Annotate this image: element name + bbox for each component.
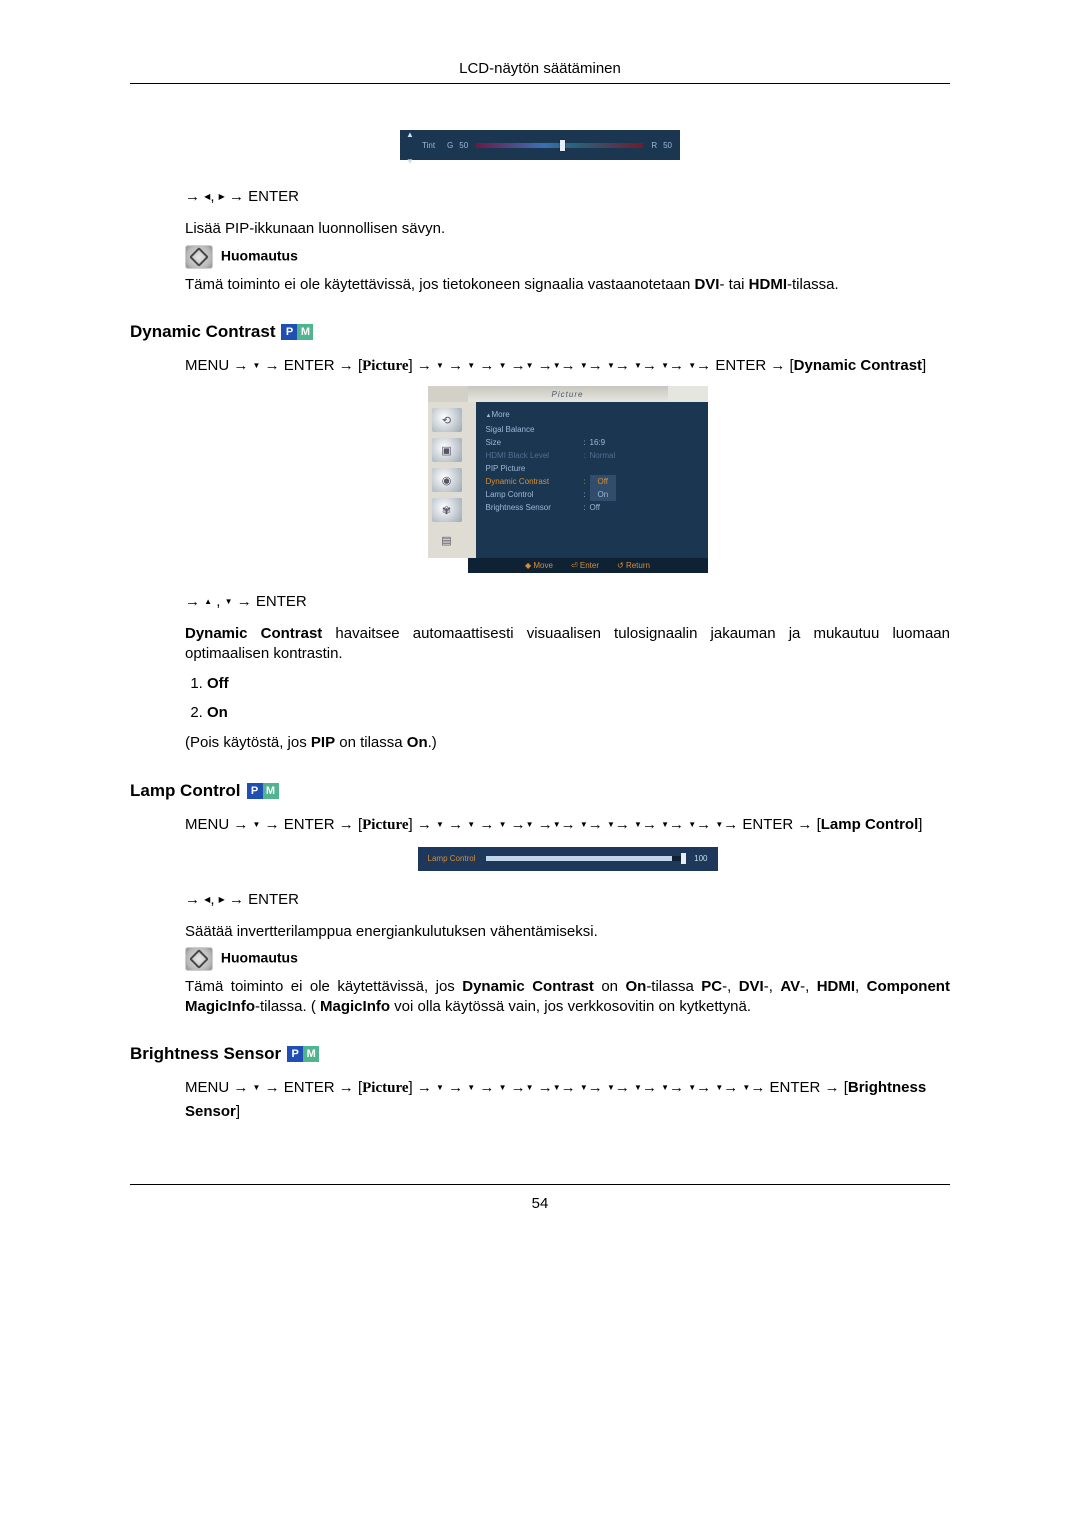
tint-osd: ▲▼ Tint G 50 R 50 [400, 124, 680, 168]
osd-row-dc-l: Dynamic Contrast [486, 475, 584, 488]
tint-r-value: 50 [663, 141, 672, 150]
picture-osd: Picture ⟲ ▣ ◉ ✾ ▤ More Sigal Balance Siz… [428, 386, 708, 573]
right-arrow-icon [219, 188, 225, 205]
page-number: 54 [532, 1195, 549, 1212]
tint-note-body: Tämä toiminto ei ole käytettävissä, jos … [185, 275, 950, 295]
down-arrow-icon [225, 593, 233, 610]
dynamic-desc: Dynamic Contrast havaitsee automaattises… [185, 624, 950, 663]
dynamic-nav-line: → , → ENTER [185, 593, 950, 610]
lamp-slider-fill [486, 856, 673, 861]
osd-row-sigal: Sigal Balance [486, 423, 584, 436]
pm-badge-icon: PM [247, 783, 279, 799]
lamp-osd-value: 100 [694, 854, 707, 863]
osd-side-icon-4: ✾ [432, 498, 462, 522]
tint-note-heading: Huomautus [185, 245, 950, 269]
osd-side-icon-1: ⟲ [432, 408, 462, 432]
page-title: LCD-näytön säätäminen [0, 60, 1080, 77]
note-icon [185, 245, 213, 269]
tint-slider-track [476, 143, 643, 148]
osd-side-icon-3: ◉ [432, 468, 462, 492]
osd-row-pip: PIP Picture [486, 462, 584, 475]
lamp-osd-label: Lamp Control [428, 854, 476, 863]
lamp-slider-thumb [681, 853, 686, 864]
osd-row-size-v: 16:9 [590, 436, 700, 449]
header-rule [130, 83, 950, 84]
osd-title: Picture [468, 386, 668, 402]
tint-g-label: G [447, 141, 453, 150]
lamp-note-heading: Huomautus [185, 947, 950, 971]
brightness-menu-path: MENU → → ENTER → [Picture] → → → → →→ → … [185, 1076, 950, 1124]
tint-g-value: 50 [459, 141, 468, 150]
osd-row-lamp-l: Lamp Control [486, 488, 584, 501]
dynamic-contrast-heading: Dynamic Contrast PM [130, 322, 950, 342]
brightness-sensor-heading: Brightness Sensor PM [130, 1044, 950, 1064]
dynamic-menu-path: MENU → → ENTER → [Picture] → → → → →→ → … [185, 354, 950, 378]
lamp-desc: Säätää invertterilamppua energiankulutuk… [185, 922, 950, 942]
tint-pip-text: Lisää PIP-ikkunaan luonnollisen sävyn. [185, 219, 950, 239]
osd-row-bs-v: Off [590, 501, 700, 514]
osd-row-lamp-v: On [590, 488, 617, 501]
osd-hint-bar: ◆ Move ⏎ Enter ↺ Return [468, 558, 708, 573]
pm-badge-icon: PM [281, 324, 313, 340]
lamp-nav-line: → , → ENTER [185, 891, 950, 908]
lamp-control-heading: Lamp Control PM [130, 781, 950, 801]
note-icon [185, 947, 213, 971]
tint-label: Tint [422, 141, 435, 150]
pm-badge-icon: PM [287, 1046, 319, 1062]
osd-row-dc-v: Off [590, 475, 617, 488]
up-arrow-icon [204, 593, 212, 610]
lamp-slider-track [486, 856, 685, 861]
tint-nav-line: → , → ENTER [185, 188, 950, 205]
osd-side-icon-5: ▤ [432, 528, 462, 552]
left-arrow-icon [204, 891, 210, 908]
tint-arrows-icon: ▲▼ [406, 130, 414, 166]
tint-r-label: R [651, 141, 657, 150]
dynamic-options: Off On [185, 675, 950, 721]
osd-row-size-l: Size [486, 436, 584, 449]
page-footer: 54 [130, 1184, 950, 1212]
lamp-menu-path: MENU → → ENTER → [Picture] → → → → →→ → … [185, 813, 950, 837]
right-arrow-icon [219, 891, 225, 908]
osd-side-icon-2: ▣ [432, 438, 462, 462]
lamp-osd: Lamp Control 100 [418, 847, 718, 871]
lamp-note-body: Tämä toiminto ei ole käytettävissä, jos … [185, 977, 950, 1016]
osd-row-bs-l: Brightness Sensor [486, 501, 584, 514]
osd-row-more: More [486, 408, 584, 423]
osd-row-hdmi-v: Normal [590, 449, 700, 462]
dynamic-pip-note: (Pois käytöstä, jos PIP on tilassa On.) [185, 733, 950, 753]
left-arrow-icon [204, 188, 210, 205]
tint-slider-thumb [560, 140, 565, 151]
dynamic-opt-on: On [207, 704, 228, 721]
dynamic-opt-off: Off [207, 675, 229, 692]
osd-row-hdmi-l: HDMI Black Level [486, 449, 584, 462]
